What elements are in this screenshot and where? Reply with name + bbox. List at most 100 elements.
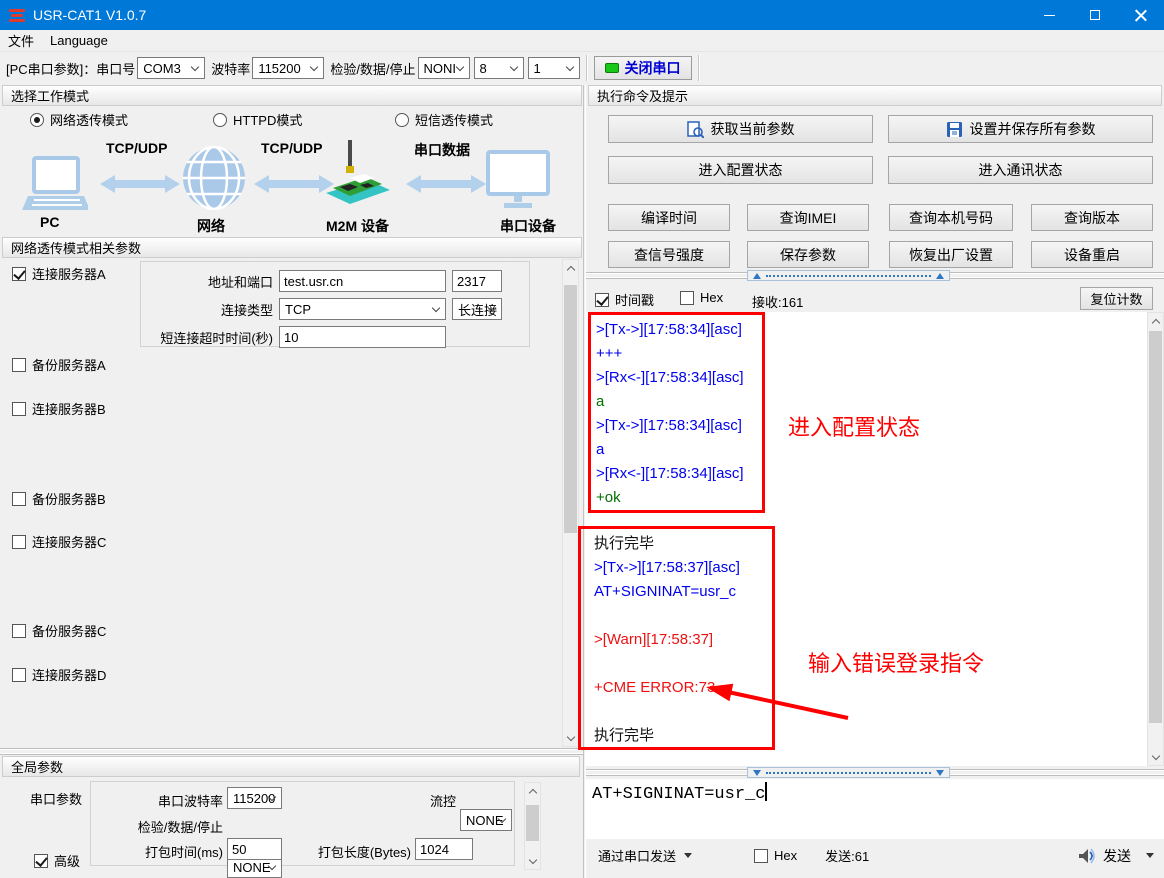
checkbox-icon xyxy=(12,267,26,281)
checkbox-advanced[interactable]: 高级 xyxy=(34,851,80,870)
left-splitter[interactable] xyxy=(0,748,583,755)
checkbox-backup-server-a[interactable]: 备份服务器A xyxy=(12,355,106,374)
send-via-dropdown[interactable]: 通过串口发送 xyxy=(598,846,692,865)
baud-label: 波特率 xyxy=(211,59,250,78)
set-save-all-button[interactable]: 设置并保存所有参数 xyxy=(888,115,1153,143)
baud-select[interactable]: 115200 xyxy=(252,57,324,79)
compile-time-button[interactable]: 编译时间 xyxy=(608,204,730,231)
checkbox-icon xyxy=(12,535,26,549)
checkbox-recv-hex[interactable]: Hex xyxy=(680,290,723,305)
m2m-device-icon xyxy=(320,138,394,212)
recv-count: 接收:161 xyxy=(752,292,803,311)
query-version-button[interactable]: 查询版本 xyxy=(1031,204,1153,231)
pack-len-input[interactable]: 1024 xyxy=(415,838,473,860)
close-serial-button[interactable]: 关闭串口 xyxy=(594,56,692,80)
scroll-up-arrow-icon[interactable] xyxy=(563,260,578,276)
left-panel-scrollbar[interactable] xyxy=(562,259,579,747)
send-count: 发送:61 xyxy=(825,846,869,865)
checkbox-server-d[interactable]: 连接服务器D xyxy=(12,665,106,684)
collapse-down-icon xyxy=(936,770,944,776)
send-splitter-handle[interactable] xyxy=(747,767,950,778)
checkbox-backup-server-c[interactable]: 备份服务器C xyxy=(12,621,106,640)
reset-count-button[interactable]: 复位计数 xyxy=(1080,287,1153,310)
get-params-button[interactable]: 获取当前参数 xyxy=(608,115,873,143)
radio-httpd-mode[interactable]: HTTPD模式 xyxy=(213,110,302,129)
recv-splitter-handle[interactable] xyxy=(747,270,950,281)
chevron-down-icon xyxy=(455,63,463,71)
checkbox-icon xyxy=(754,849,768,863)
databits-select[interactable]: 8 xyxy=(474,57,524,79)
conn-mode-select[interactable]: 长连接 xyxy=(452,298,502,320)
global-baud-select[interactable]: 115200 xyxy=(227,787,282,809)
pack-len-label: 打包长度(Bytes) xyxy=(311,842,411,861)
global-baud-label: 串口波特率 xyxy=(131,791,223,810)
log-line: +ok xyxy=(596,486,762,510)
enter-config-button[interactable]: 进入配置状态 xyxy=(608,156,873,184)
log-line: >[Tx->][17:58:34][asc] xyxy=(596,414,762,438)
query-signal-button[interactable]: 查信号强度 xyxy=(608,241,730,268)
maximize-button[interactable] xyxy=(1072,0,1118,30)
checkbox-icon xyxy=(12,624,26,638)
conn-type-label: 连接类型 xyxy=(141,300,279,319)
checkbox-backup-server-b[interactable]: 备份服务器B xyxy=(12,489,106,508)
log-line: >[Tx->][17:58:37][asc] xyxy=(594,556,772,580)
recv-log-scrollbar[interactable] xyxy=(1147,312,1164,766)
log-line: a xyxy=(596,438,762,462)
chevron-down-icon xyxy=(432,304,440,312)
menu-file[interactable]: 文件 xyxy=(0,30,42,52)
query-imei-button[interactable]: 查询IMEI xyxy=(747,204,869,231)
scroll-down-arrow-icon[interactable] xyxy=(1148,749,1163,765)
minimize-button[interactable] xyxy=(1026,0,1072,30)
checkbox-server-a[interactable]: 连接服务器A xyxy=(12,264,106,283)
scroll-up-arrow-icon[interactable] xyxy=(525,783,540,799)
factory-reset-button[interactable]: 恢复出厂设置 xyxy=(889,241,1013,268)
radio-net-transparent-mode[interactable]: 网络透传模式 xyxy=(30,110,128,129)
parity-select[interactable]: NONI xyxy=(418,57,470,79)
log-line: >[Rx<-][17:58:34][asc] xyxy=(596,462,762,486)
query-number-button[interactable]: 查询本机号码 xyxy=(889,204,1013,231)
radio-icon xyxy=(213,113,227,127)
search-doc-icon xyxy=(687,121,704,138)
scrollbar-thumb[interactable] xyxy=(526,805,539,841)
checkbox-icon xyxy=(34,854,48,868)
checkbox-server-b[interactable]: 连接服务器B xyxy=(12,399,106,418)
checkbox-server-c[interactable]: 连接服务器C xyxy=(12,532,106,551)
conn-type-select[interactable]: TCP xyxy=(279,298,446,320)
scroll-up-arrow-icon[interactable] xyxy=(1148,313,1163,329)
scroll-down-arrow-icon[interactable] xyxy=(525,853,540,869)
menu-language[interactable]: Language xyxy=(42,30,116,52)
server-a-fieldset: 地址和端口 test.usr.cn 2317 连接类型 TCP 长连接 短连接超… xyxy=(140,261,530,347)
scrollbar-thumb[interactable] xyxy=(564,285,577,533)
recv-log-area[interactable]: >[Tx->][17:58:34][asc] +++ >[Rx<-][17:58… xyxy=(586,312,1147,766)
close-button[interactable] xyxy=(1118,0,1164,30)
link2-label: TCP/UDP xyxy=(261,140,322,156)
minimize-icon xyxy=(1044,15,1055,16)
com-port-select[interactable]: COM3 xyxy=(137,57,205,79)
reboot-button[interactable]: 设备重启 xyxy=(1031,241,1153,268)
server-address-input[interactable]: test.usr.cn xyxy=(279,270,446,292)
short-conn-timeout-input[interactable]: 10 xyxy=(279,326,446,348)
global-params-scrollbar[interactable] xyxy=(524,782,541,870)
flow-select[interactable]: NONE xyxy=(460,809,512,831)
close-icon xyxy=(1135,9,1147,21)
checkbox-send-hex[interactable]: Hex xyxy=(754,848,797,863)
scroll-down-arrow-icon[interactable] xyxy=(563,730,578,746)
annotation-enter-config: 进入配置状态 xyxy=(788,410,920,442)
chevron-down-icon xyxy=(509,63,517,71)
radio-sms-mode[interactable]: 短信透传模式 xyxy=(395,110,493,129)
splitter-dots xyxy=(766,772,931,774)
send-input[interactable]: AT+SIGNINAT=usr_c xyxy=(586,779,1164,839)
radio-icon xyxy=(30,113,44,127)
scrollbar-thumb[interactable] xyxy=(1149,331,1162,723)
checkbox-timestamp[interactable]: 时间戳 xyxy=(595,290,654,309)
server-port-input[interactable]: 2317 xyxy=(452,270,502,292)
pack-time-input[interactable]: 50 xyxy=(227,838,282,860)
addr-port-label: 地址和端口 xyxy=(141,272,279,291)
toolbar-separator xyxy=(586,55,588,81)
splitter-dots xyxy=(766,275,931,277)
enter-comm-button[interactable]: 进入通讯状态 xyxy=(888,156,1153,184)
stopbits-select[interactable]: 1 xyxy=(528,57,580,79)
send-button[interactable]: 发送 xyxy=(1078,846,1154,866)
save-params-button[interactable]: 保存参数 xyxy=(747,241,869,268)
global-params-header: 全局参数 xyxy=(2,756,580,777)
